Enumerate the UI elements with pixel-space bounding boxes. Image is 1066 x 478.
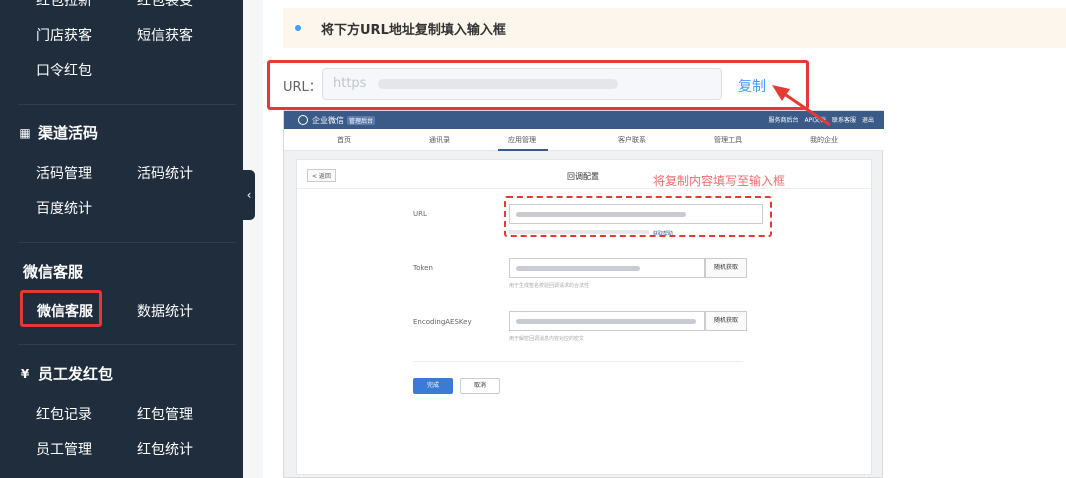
chevron-left-icon: ‹ — [246, 188, 252, 202]
sidebar-divider — [18, 242, 236, 243]
sidebar: 红包拉新 红包裂变 门店获客 短信获客 口令红包 ▦ 渠道活码 活码管理 活码统… — [0, 0, 243, 478]
url-label: URL： — [283, 80, 322, 95]
sidebar-item-huoma-guanli[interactable]: 活码管理 — [36, 163, 92, 183]
sidebar-divider — [18, 344, 236, 345]
blurred-text — [516, 266, 640, 271]
sidebar-item-kouling-hongbao[interactable]: 口令红包 — [36, 60, 92, 80]
sidebar-section-title: 员工发红包 — [38, 365, 114, 383]
sidebar-collapse-button[interactable]: ‹ — [243, 170, 255, 220]
qr-grid-icon: ▦ — [19, 125, 31, 140]
sidebar-item-hongbao-laxin[interactable]: 红包拉新 — [36, 0, 92, 10]
sidebar-item-hongbao-liebian[interactable]: 红包裂变 — [137, 0, 193, 10]
shot-nav-item: 通讯录 — [429, 136, 450, 144]
blurred-text — [516, 319, 696, 324]
shot-random-button: 随机获取 — [705, 311, 747, 331]
shot-cancel-button: 取消 — [460, 378, 500, 394]
shot-random-button: 随机获取 — [705, 258, 747, 278]
shot-link: 退出 — [861, 117, 874, 124]
sidebar-item-shuju-tongji[interactable]: 数据统计 — [137, 301, 193, 321]
shot-aeskey-input — [509, 311, 705, 331]
shot-nav-item: 首页 — [337, 136, 351, 144]
sidebar-section-title: 微信客服 — [23, 263, 84, 281]
bullet-dot-icon — [295, 25, 301, 31]
shot-nav-item: 应用管理 — [508, 136, 536, 144]
sidebar-item-hongbao-jilu[interactable]: 红包记录 — [36, 404, 92, 424]
content-gutter — [243, 0, 263, 478]
red-arrow-icon — [772, 85, 831, 127]
url-input[interactable]: https — [322, 68, 722, 100]
shot-field-label: Token — [413, 264, 433, 272]
shot-nav-active-indicator — [498, 149, 548, 151]
shot-divider — [297, 188, 873, 189]
shot-callback-card: < 返回 回调配置 将复制内容填写至输入框 URL 获取帮助 Token 随机获… — [296, 159, 873, 475]
shot-field-hint: 用于生成签名校验回调请求的合法性 — [509, 283, 590, 289]
sidebar-section-staff: ¥ 员工发红包 — [18, 363, 113, 384]
shot-logo-text: 企业微信 — [312, 115, 344, 125]
shot-nav-item: 我的企业 — [810, 136, 838, 144]
url-input-value: https — [333, 76, 367, 91]
active-item-highlight — [20, 290, 102, 327]
blurred-text — [378, 78, 619, 89]
reference-screenshot: 企业微信 管理后台 服务商后台 API文档 联系客服 退出 首页 通讯录 应用管… — [283, 110, 884, 478]
shot-logo-tag: 管理后台 — [347, 115, 376, 125]
shot-card-title: 回调配置 — [567, 172, 599, 181]
shot-logo: 企业微信 管理后台 — [298, 115, 376, 126]
sidebar-divider — [18, 104, 236, 105]
shot-field-label: EncodingAESKey — [413, 318, 472, 326]
shot-token-input — [509, 258, 705, 278]
sidebar-section-channel: ▦ 渠道活码 — [18, 122, 98, 143]
yen-circle-icon: ¥ — [20, 366, 30, 381]
shot-nav-item: 管理工具 — [714, 136, 742, 144]
shot-field-hint: 用于解密回调消息内容对应的密文 — [509, 336, 585, 342]
shot-nav-item: 客户联系 — [618, 136, 646, 144]
sidebar-item-duanxin-huoke[interactable]: 短信获客 — [137, 25, 193, 45]
sidebar-item-huoma-tongji[interactable]: 活码统计 — [137, 163, 193, 183]
dashed-highlight — [504, 196, 772, 237]
sidebar-item-baidu-tongji[interactable]: 百度统计 — [36, 198, 92, 218]
sidebar-item-mendian-huoke[interactable]: 门店获客 — [36, 25, 92, 45]
annotation-text: 将复制内容填写至输入框 — [653, 174, 786, 188]
shot-field-label: URL — [413, 210, 427, 218]
shot-back-button: < 返回 — [307, 169, 336, 182]
sidebar-item-hongbao-tongji[interactable]: 红包统计 — [137, 439, 193, 459]
sidebar-item-yuangong-guanli[interactable]: 员工管理 — [36, 439, 92, 459]
sidebar-section-title: 渠道活码 — [38, 124, 99, 142]
instruction-notice: 将下方URL地址复制填入输入框 — [283, 8, 1066, 48]
chat-bubble-icon — [298, 115, 308, 125]
shot-done-button: 完成 — [413, 378, 453, 394]
sidebar-item-hongbao-guanli[interactable]: 红包管理 — [137, 404, 193, 424]
shot-divider — [413, 361, 743, 362]
notice-text: 将下方URL地址复制填入输入框 — [321, 22, 506, 38]
sidebar-section-wechat: 微信客服 — [23, 261, 83, 282]
